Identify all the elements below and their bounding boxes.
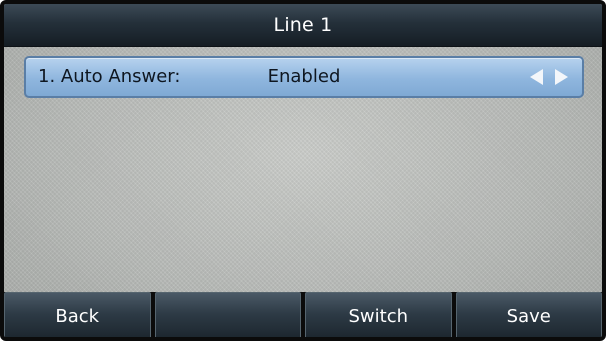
page-title: Line 1 <box>273 14 333 36</box>
back-softkey[interactable]: Back <box>4 292 151 337</box>
phone-screen: Line 1 1. Auto Answer: Enabled Back Swit… <box>0 0 606 341</box>
title-bar: Line 1 <box>4 4 602 47</box>
switch-softkey[interactable]: Switch <box>305 292 452 337</box>
auto-answer-setting-row[interactable]: 1. Auto Answer: Enabled <box>24 56 584 98</box>
triangle-right-icon[interactable] <box>555 69 568 85</box>
triangle-left-icon[interactable] <box>530 69 543 85</box>
save-softkey[interactable]: Save <box>455 292 602 337</box>
auto-answer-value: Enabled <box>267 66 341 87</box>
softkey-bar: Back Switch Save <box>4 292 602 337</box>
empty-softkey[interactable] <box>154 292 301 337</box>
